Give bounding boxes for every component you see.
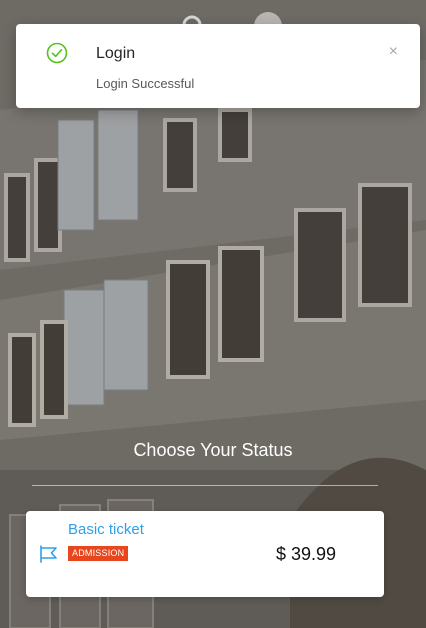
login-notification: Login Login Successful × xyxy=(16,24,420,108)
flag-icon xyxy=(40,545,57,563)
notification-title: Login xyxy=(96,45,136,62)
notification-message: Login Successful xyxy=(96,76,195,91)
ticket-card-basic[interactable]: Basic ticket ADMISSION $ 39.99 xyxy=(26,511,384,597)
ticket-badge: ADMISSION xyxy=(68,546,129,561)
status-heading: Choose Your Status xyxy=(133,440,293,460)
ticket-name: Basic ticket xyxy=(68,521,144,538)
check-circle-icon xyxy=(46,42,68,64)
divider xyxy=(32,485,378,486)
ticket-price: $ 39.99 xyxy=(276,544,337,564)
close-icon[interactable]: × xyxy=(389,44,398,60)
